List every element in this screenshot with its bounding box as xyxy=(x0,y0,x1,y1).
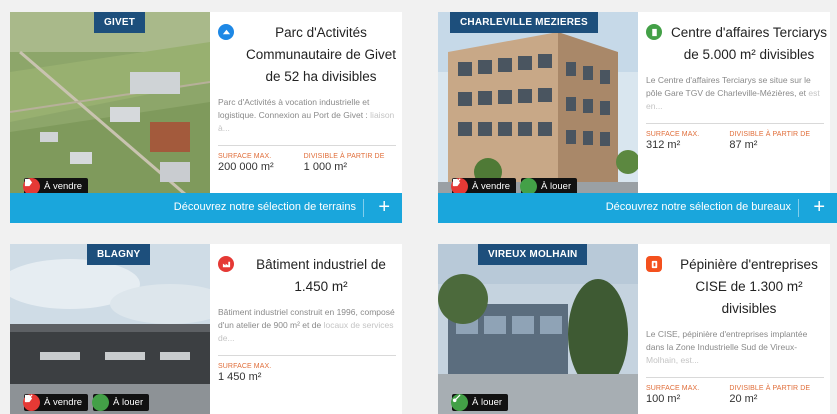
divisible-value: 87 m² xyxy=(729,139,758,151)
parc-icon xyxy=(218,24,234,40)
listing-description: Le Centre d'affaires Terciarys se situe … xyxy=(646,74,828,113)
cta-bureaux-button[interactable]: Découvrez notre sélection de bureaux + xyxy=(438,193,837,223)
badge-label: À louer xyxy=(113,397,144,408)
badge-label: À vendre xyxy=(472,181,511,192)
title-row: Parc d'Activités Communautaire de Givet … xyxy=(218,22,400,88)
surface-label: SURFACE MAX. xyxy=(646,385,700,392)
title-row: Centre d'affaires Terciarys de 5.000 m² … xyxy=(646,22,828,66)
badge-group: À vendre À louer xyxy=(23,394,150,411)
listing-info: Parc d'Activités Communautaire de Givet … xyxy=(218,22,400,173)
divisible-label: DIVISIBLE À PARTIR DE xyxy=(729,385,811,392)
metrics: SURFACE MAX. 200 000 m² DIVISIBLE À PART… xyxy=(218,153,400,173)
divisible-label: DIVISIBLE À PARTIR DE xyxy=(729,131,811,138)
listing-title[interactable]: Bâtiment industriel de 1.450 m² xyxy=(242,254,400,298)
surface-value: 100 m² xyxy=(646,393,681,405)
location-tag: BLAGNY xyxy=(87,244,151,265)
surface-label: SURFACE MAX. xyxy=(218,363,272,370)
badge-label: À vendre xyxy=(44,397,83,408)
listing-photo-givet[interactable]: GIVET À vendre xyxy=(10,12,210,207)
listing-description: Bâtiment industriel construit en 1996, c… xyxy=(218,306,400,345)
divider xyxy=(798,199,799,217)
surface-label: SURFACE MAX. xyxy=(646,131,700,138)
badge-label: À louer xyxy=(472,397,503,408)
surface-value: 200 000 m² xyxy=(218,161,274,173)
listing-title[interactable]: Pépinière d'entreprises CISE de 1.300 m²… xyxy=(670,254,828,320)
description-text: Parc d'Activités à vocation industrielle… xyxy=(218,97,370,120)
divisible-metric: DIVISIBLE À PARTIR DE 1 000 m² xyxy=(304,153,385,173)
cta-label: Découvrez notre sélection de terrains xyxy=(173,201,356,213)
surface-metric: SURFACE MAX. 312 m² xyxy=(646,131,699,151)
metrics: SURFACE MAX. 312 m² DIVISIBLE À PARTIR D… xyxy=(646,131,828,151)
title-row: Bâtiment industriel de 1.450 m² xyxy=(218,254,400,298)
description-text: Le Centre d'affaires Terciarys se situe … xyxy=(646,75,811,98)
location-tag: CHARLEVILLE MEZIERES xyxy=(450,12,598,33)
listing-description: Le CISE, pépinière d'entreprises implant… xyxy=(646,328,828,367)
listing-title[interactable]: Centre d'affaires Terciarys de 5.000 m² … xyxy=(670,22,828,66)
surface-label: SURFACE MAX. xyxy=(218,153,272,160)
surface-metric: SURFACE MAX. 100 m² xyxy=(646,385,699,405)
plus-icon: + xyxy=(813,196,825,218)
badge-group: À louer xyxy=(451,394,509,411)
listing-photo-blagny[interactable]: BLAGNY À vendre À louer xyxy=(10,244,210,414)
divisible-value: 1 000 m² xyxy=(303,161,348,173)
listing-photo-charleville[interactable]: CHARLEVILLE MEZIERES À vendre À louer xyxy=(438,12,638,207)
listing-card-vireux[interactable]: VIREUX MOLHAIN À louer Pépinière d'entre… xyxy=(438,244,830,414)
listing-card-givet[interactable]: GIVET À vendre Parc d'Activités Communau… xyxy=(10,12,402,207)
listing-description: Parc d'Activités à vocation industrielle… xyxy=(218,96,400,135)
industrial-building-photo xyxy=(10,244,210,414)
description-fade: Molhain, est... xyxy=(646,355,699,365)
metrics: SURFACE MAX. 100 m² DIVISIBLE À PARTIR D… xyxy=(646,385,828,405)
divider xyxy=(218,355,396,356)
incubator-building-photo xyxy=(438,244,638,414)
location-tag: VIREUX MOLHAIN xyxy=(478,244,588,265)
description-text: Le CISE, pépinière d'entreprises implant… xyxy=(646,329,808,352)
listing-info: Bâtiment industriel de 1.450 m² Bâtiment… xyxy=(218,254,400,383)
surface-value: 1 450 m² xyxy=(218,371,262,383)
cta-terrains-button[interactable]: Découvrez notre sélection de terrains + xyxy=(10,193,402,223)
surface-metric: SURFACE MAX. 1 450 m² xyxy=(218,363,271,383)
listing-info: Centre d'affaires Terciarys de 5.000 m² … xyxy=(646,22,828,151)
divider xyxy=(363,199,364,217)
cta-label: Découvrez notre sélection de bureaux xyxy=(605,201,791,213)
location-tag: GIVET xyxy=(94,12,146,33)
badge-label: À vendre xyxy=(44,181,83,192)
divider xyxy=(646,377,824,378)
industry-icon xyxy=(218,256,234,272)
plus-icon: + xyxy=(378,196,390,218)
incubator-icon xyxy=(646,256,662,272)
for-rent-badge: À louer xyxy=(24,394,150,411)
divisible-metric: DIVISIBLE À PARTIR DE 20 m² xyxy=(729,385,810,405)
divisible-metric: DIVISIBLE À PARTIR DE 87 m² xyxy=(729,131,810,151)
listing-title[interactable]: Parc d'Activités Communautaire de Givet … xyxy=(242,22,400,88)
listing-info: Pépinière d'entreprises CISE de 1.300 m²… xyxy=(646,254,828,405)
key-icon xyxy=(24,394,110,411)
surface-metric: SURFACE MAX. 200 000 m² xyxy=(218,153,274,173)
badge-label: À louer xyxy=(541,181,572,192)
metrics: SURFACE MAX. 1 450 m² xyxy=(218,363,400,383)
office-icon xyxy=(646,24,662,40)
for-rent-badge: À louer xyxy=(451,394,509,411)
surface-value: 312 m² xyxy=(646,139,681,151)
listing-photo-vireux[interactable]: VIREUX MOLHAIN À louer xyxy=(438,244,638,414)
for-sale-badge: À vendre xyxy=(23,394,89,411)
listing-card-charleville[interactable]: CHARLEVILLE MEZIERES À vendre À louer Ce… xyxy=(438,12,830,207)
divisible-label: DIVISIBLE À PARTIR DE xyxy=(303,153,385,160)
divider xyxy=(646,123,824,124)
title-row: Pépinière d'entreprises CISE de 1.300 m²… xyxy=(646,254,828,320)
listing-card-blagny[interactable]: BLAGNY À vendre À louer Bâtiment industr… xyxy=(10,244,402,414)
divider xyxy=(218,145,396,146)
key-icon xyxy=(451,394,468,411)
divisible-value: 20 m² xyxy=(729,393,758,405)
